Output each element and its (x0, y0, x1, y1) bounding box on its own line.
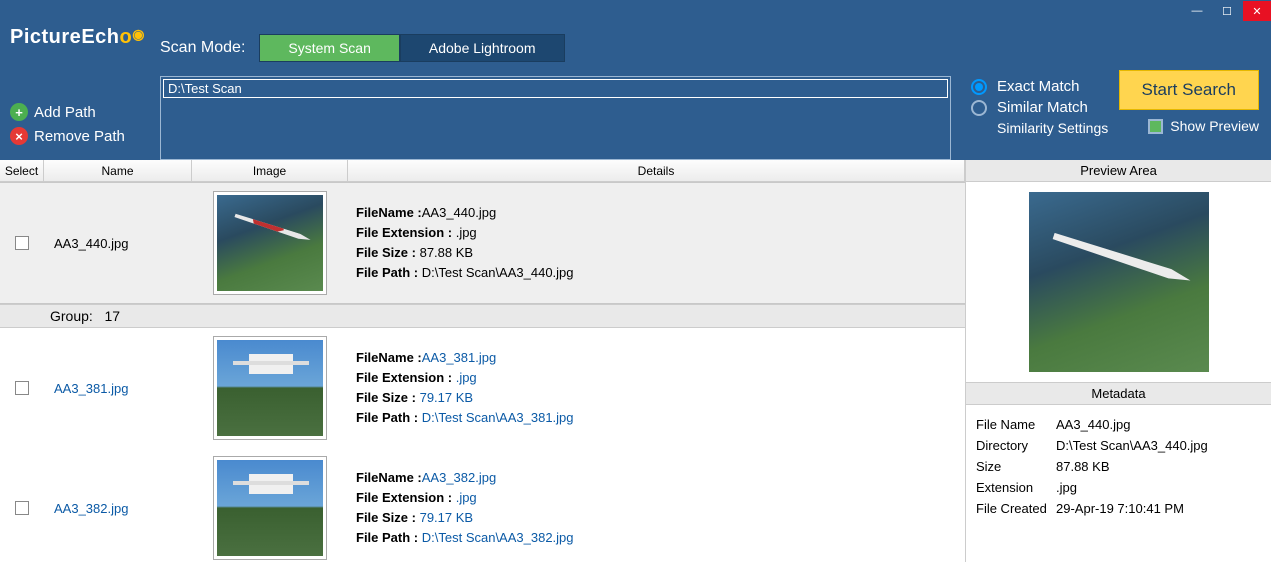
wifi-icon: ◉ (132, 26, 145, 42)
row-checkbox[interactable] (15, 381, 29, 395)
col-details[interactable]: Details (348, 160, 965, 181)
meta-size: 87.88 KB (1056, 459, 1110, 474)
column-headers: Select Name Image Details (0, 160, 965, 182)
remove-path-label: Remove Path (34, 128, 125, 145)
minimize-button[interactable]: — (1183, 1, 1211, 21)
preview-area-title: Preview Area (966, 160, 1271, 182)
col-image[interactable]: Image (192, 160, 348, 181)
meta-directory: D:\Test Scan\AA3_440.jpg (1056, 438, 1208, 453)
remove-path-button[interactable]: × Remove Path (10, 127, 140, 145)
show-preview-toggle[interactable]: Show Preview (1148, 118, 1259, 134)
start-search-button[interactable]: Start Search (1119, 70, 1260, 110)
scan-mode-label: Scan Mode: (160, 39, 245, 57)
close-button[interactable]: ✕ (1243, 1, 1271, 21)
metadata-title: Metadata (966, 382, 1271, 405)
path-entry[interactable]: D:\Test Scan (163, 79, 948, 98)
app-logo: PictureEcho◉ (10, 22, 140, 59)
radio-selected-icon (971, 79, 987, 95)
row-filename: AA3_440.jpg (44, 236, 192, 251)
metadata-grid: File NameAA3_440.jpg DirectoryD:\Test Sc… (966, 405, 1271, 528)
x-icon: × (10, 127, 28, 145)
add-path-label: Add Path (34, 104, 96, 121)
plus-icon: + (10, 103, 28, 121)
meta-filename: AA3_440.jpg (1056, 417, 1130, 432)
col-select[interactable]: Select (0, 160, 44, 181)
checkbox-checked-icon (1148, 119, 1163, 134)
add-path-button[interactable]: + Add Path (10, 103, 140, 121)
row-thumbnail[interactable] (213, 456, 327, 560)
row-thumbnail[interactable] (213, 191, 327, 295)
meta-created: 29-Apr-19 7:10:41 PM (1056, 501, 1184, 516)
maximize-button[interactable]: ☐ (1213, 1, 1241, 21)
result-row[interactable]: AA3_381.jpg FileName :AA3_381.jpgFile Ext… (0, 328, 965, 448)
result-row[interactable]: AA3_382.jpg FileName :AA3_382.jpgFile Ext… (0, 448, 965, 562)
row-filename[interactable]: AA3_381.jpg (44, 381, 192, 396)
row-filename[interactable]: AA3_382.jpg (44, 501, 192, 516)
row-checkbox[interactable] (15, 236, 29, 250)
results-panel: Select Name Image Details AA3_440.jpg Fil… (0, 160, 965, 562)
titlebar: — ☐ ✕ (0, 0, 1271, 22)
header: PictureEcho◉ + Add Path × Remove Path Sc… (0, 22, 1271, 160)
row-details: FileName :AA3_381.jpgFile Extension : .j… (348, 348, 965, 428)
preview-image (1029, 192, 1209, 372)
meta-extension: .jpg (1056, 480, 1077, 495)
row-details: FileName :AA3_440.jpgFile Extension : .j… (348, 203, 965, 283)
radio-icon (971, 100, 987, 116)
group-header[interactable]: Group: 17 (0, 304, 965, 328)
col-name[interactable]: Name (44, 160, 192, 181)
row-details: FileName :AA3_382.jpgFile Extension : .j… (348, 468, 965, 548)
result-row[interactable]: AA3_440.jpg FileName :AA3_440.jpgFile Ext… (0, 182, 965, 304)
adobe-lightroom-tab[interactable]: Adobe Lightroom (400, 34, 565, 62)
row-checkbox[interactable] (15, 501, 29, 515)
row-thumbnail[interactable] (213, 336, 327, 440)
system-scan-tab[interactable]: System Scan (259, 34, 399, 62)
path-list[interactable]: D:\Test Scan (160, 76, 951, 160)
preview-panel: Preview Area Metadata File NameAA3_440.j… (965, 160, 1271, 562)
